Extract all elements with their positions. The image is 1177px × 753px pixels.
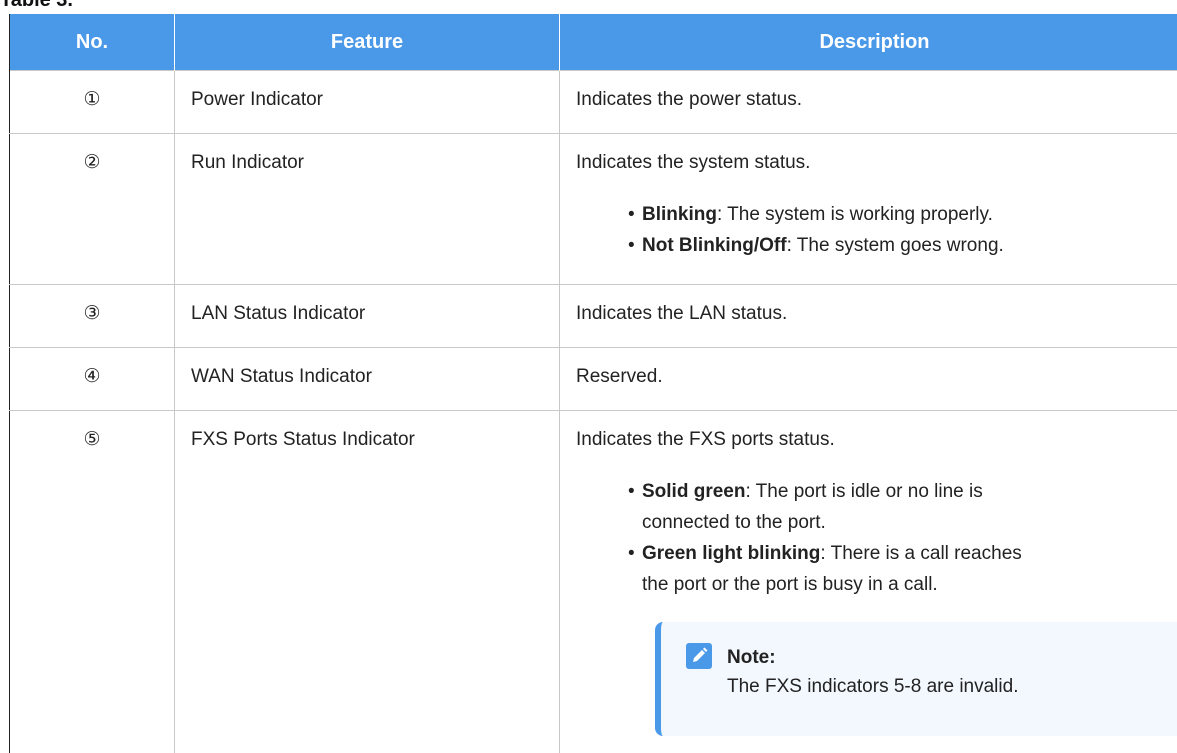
bullet-list: Blinking: The system is working properly…: [628, 199, 1177, 261]
bullet-text: : The port is idle or no line is: [745, 481, 983, 502]
row-number: ④: [9, 347, 175, 411]
row-number: ⑤: [9, 410, 175, 753]
bullet-text: : The system is working properly.: [716, 204, 993, 225]
description-cell: Indicates the power status.: [559, 70, 1177, 134]
feature-cell: FXS Ports Status Indicator: [174, 410, 560, 753]
note-title: Note:: [727, 647, 776, 668]
list-item: Blinking: The system is working properly…: [628, 199, 1177, 230]
description-cell: Indicates the system status. Blinking: T…: [559, 133, 1177, 285]
list-item: Not Blinking/Off: The system goes wrong.: [628, 230, 1177, 261]
header-feature: Feature: [174, 14, 560, 71]
note-text: The FXS indicators 5-8 are invalid.: [727, 676, 1019, 697]
table-header-row: No. Feature Description: [9, 14, 1177, 71]
bullet-text: : The system goes wrong.: [786, 235, 1004, 256]
row-number: ②: [9, 133, 175, 285]
bullet-text-continued: the port or the port is busy in a call.: [642, 574, 938, 595]
row-number: ③: [9, 284, 175, 348]
table-row: ④ WAN Status Indicator Reserved.: [9, 347, 1177, 411]
row-number: ①: [9, 70, 175, 134]
description-cell: Indicates the LAN status.: [559, 284, 1177, 348]
feature-cell: WAN Status Indicator: [174, 347, 560, 411]
description-text: Indicates the FXS ports status.: [576, 429, 835, 450]
header-no: No.: [9, 14, 175, 71]
table-row: ① Power Indicator Indicates the power st…: [9, 70, 1177, 134]
description-cell: Reserved.: [559, 347, 1177, 411]
note-box: Note: The FXS indicators 5-8 are invalid…: [655, 622, 1177, 736]
edit-note-icon: [686, 643, 712, 669]
feature-cell: Power Indicator: [174, 70, 560, 134]
document-page: Table 3. No. Feature Description ① Power…: [0, 0, 1177, 753]
table-row: ③ LAN Status Indicator Indicates the LAN…: [9, 284, 1177, 348]
feature-cell: Run Indicator: [174, 133, 560, 285]
feature-cell: LAN Status Indicator: [174, 284, 560, 348]
bullet-term: Green light blinking: [642, 543, 821, 564]
bullet-term: Not Blinking/Off: [642, 235, 787, 256]
list-item: Solid green: The port is idle or no line…: [628, 476, 1177, 538]
table-row: ② Run Indicator Indicates the system sta…: [9, 133, 1177, 285]
header-description: Description: [559, 14, 1177, 71]
bullet-text: : There is a call reaches: [820, 543, 1022, 564]
bullet-list: Solid green: The port is idle or no line…: [628, 476, 1177, 600]
description-cell: Indicates the FXS ports status. Solid gr…: [559, 410, 1177, 753]
bullet-text-continued: connected to the port.: [642, 512, 826, 533]
table-caption: Table 3.: [0, 0, 73, 11]
bullet-term: Blinking: [642, 204, 717, 225]
bullet-term: Solid green: [642, 481, 746, 502]
indicator-table: No. Feature Description ① Power Indicato…: [9, 14, 1177, 753]
description-text: Indicates the system status.: [576, 152, 811, 173]
table-row: ⑤ FXS Ports Status Indicator Indicates t…: [9, 410, 1177, 753]
list-item: Green light blinking: There is a call re…: [628, 538, 1177, 600]
